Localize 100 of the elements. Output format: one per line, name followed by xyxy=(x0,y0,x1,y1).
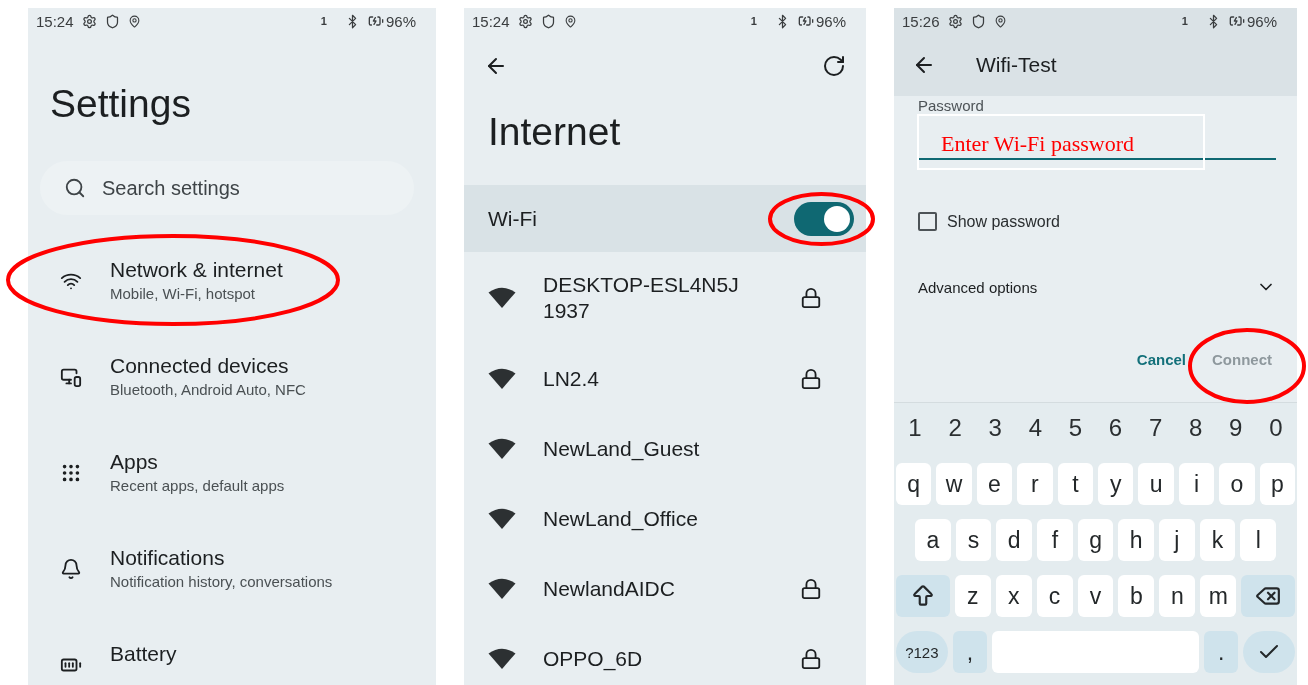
number-key[interactable]: 7 xyxy=(1135,407,1176,449)
keyboard-key[interactable]: g xyxy=(1077,519,1114,561)
network-item[interactable]: NewLand_Office xyxy=(464,484,866,554)
keyboard-key[interactable]: k xyxy=(1199,519,1236,561)
gear-icon xyxy=(517,13,533,29)
keyboard-key[interactable]: . xyxy=(1203,631,1239,673)
keyboard-key[interactable]: u xyxy=(1138,463,1174,505)
gear-icon xyxy=(81,13,97,29)
item-title: Battery xyxy=(110,641,177,667)
battery-percent: 96% xyxy=(815,12,846,30)
refresh-icon[interactable] xyxy=(822,54,846,78)
settings-item[interactable]: Notifications Notification history, conversations xyxy=(28,541,436,597)
keyboard-key[interactable]: l xyxy=(1240,519,1277,561)
shield-icon xyxy=(540,13,556,29)
keyboard-key[interactable]: m xyxy=(1200,575,1237,617)
wifi-signal-icon xyxy=(488,368,516,390)
number-key[interactable]: 3 xyxy=(975,407,1016,449)
number-key[interactable]: 5 xyxy=(1055,407,1096,449)
network-item[interactable]: NewlandAIDC xyxy=(464,554,866,624)
number-key[interactable]: 4 xyxy=(1015,407,1056,449)
pin-icon xyxy=(563,14,577,28)
pin-icon xyxy=(993,14,1007,28)
wifi-signal-icon xyxy=(488,508,516,530)
settings-item[interactable]: Battery xyxy=(28,637,436,685)
network-name: NewLand_Office xyxy=(543,506,699,532)
enter-key[interactable] xyxy=(1243,631,1295,673)
status-time: 15:24 xyxy=(472,12,510,30)
network-item[interactable]: NewLand_Guest xyxy=(464,414,866,484)
wifi-signal-icon xyxy=(488,648,516,670)
page-title: Internet xyxy=(487,109,622,155)
keyboard-key[interactable]: w xyxy=(936,463,972,505)
search-icon xyxy=(64,177,86,199)
wifi-signal-icon xyxy=(488,578,516,600)
wifi-switch[interactable] xyxy=(794,201,854,236)
number-key[interactable]: 8 xyxy=(1175,407,1216,449)
keyboard-key[interactable]: q xyxy=(896,463,932,505)
number-key[interactable]: 1 xyxy=(895,407,936,449)
pin-icon xyxy=(127,14,141,28)
item-subtitle: Bluetooth, Android Auto, NFC xyxy=(110,380,306,400)
item-subtitle: Notification history, conversations xyxy=(110,572,333,592)
keyboard-key[interactable]: h xyxy=(1118,519,1155,561)
keyboard-key[interactable]: , xyxy=(952,631,988,673)
dialog-title: Wifi-Test xyxy=(976,53,1057,77)
sim-indicator: 1 xyxy=(320,15,327,27)
keyboard-key[interactable]: t xyxy=(1057,463,1094,505)
dialog-button[interactable]: Cancel xyxy=(1136,351,1186,368)
annotation-note: Enter Wi-Fi password xyxy=(917,114,1205,170)
search-field[interactable]: Search settings xyxy=(40,161,414,215)
field-label: Password xyxy=(918,97,984,114)
sim-indicator: 1 xyxy=(750,15,757,27)
item-subtitle: Mobile, Wi-Fi, hotspot xyxy=(110,284,257,304)
item-title: Apps xyxy=(110,449,159,475)
keyboard-key[interactable]: z xyxy=(954,575,991,617)
page-title: Settings xyxy=(49,81,192,127)
keyboard-key[interactable]: a xyxy=(915,519,951,561)
keyboard-key[interactable]: b xyxy=(1118,575,1155,617)
number-key[interactable]: 9 xyxy=(1215,407,1256,449)
backspace-key[interactable] xyxy=(1241,575,1296,617)
keyboard-key[interactable]: j xyxy=(1159,519,1195,561)
battery-icon xyxy=(1228,13,1245,29)
keyboard-key[interactable]: e xyxy=(976,463,1013,505)
checkbox-label: Show password xyxy=(947,212,1060,231)
keyboard-key[interactable]: x xyxy=(995,575,1032,617)
checkbox[interactable] xyxy=(918,212,937,231)
shield-icon xyxy=(104,13,120,29)
keyboard-key[interactable]: c xyxy=(1036,575,1073,617)
item-subtitle: Recent apps, default apps xyxy=(110,476,285,496)
wifi-toggle-row[interactable]: Wi-Fi xyxy=(464,185,866,252)
keyboard-key[interactable]: v xyxy=(1077,575,1114,617)
keyboard-key[interactable]: y xyxy=(1098,463,1134,505)
keyboard-key[interactable]: s xyxy=(955,519,992,561)
network-item[interactable]: DESKTOP-ESL4N5J 1937 xyxy=(464,252,866,344)
network-name: NewLand_Guest xyxy=(543,436,701,462)
settings-item[interactable]: Apps Recent apps, default apps xyxy=(28,445,436,501)
battery-icon xyxy=(797,13,814,29)
keyboard-key[interactable]: r xyxy=(1017,463,1053,505)
network-item[interactable]: OPPO_6D xyxy=(464,624,866,685)
wifi-label: Wi-Fi xyxy=(488,206,537,231)
shield-icon xyxy=(970,13,986,29)
battery-percent: 96% xyxy=(1246,12,1277,30)
wifi-signal-icon xyxy=(488,287,516,309)
settings-item[interactable]: Connected devices Bluetooth, Android Auto, NFC xyxy=(28,349,436,405)
keyboard-key[interactable]: f xyxy=(1037,519,1073,561)
number-key[interactable]: 2 xyxy=(935,407,976,449)
number-key[interactable]: 0 xyxy=(1255,407,1296,449)
wifi-signal-icon xyxy=(488,438,516,460)
keyboard-key[interactable]: i xyxy=(1178,463,1215,505)
keyboard-key[interactable]: n xyxy=(1159,575,1196,617)
settings-item[interactable]: Network & internet Mobile, Wi-Fi, hotspot xyxy=(28,253,436,309)
search-placeholder: Search settings xyxy=(102,176,240,200)
keyboard-key[interactable]: o xyxy=(1219,463,1255,505)
symbols-key[interactable]: ?123 xyxy=(896,631,948,673)
keyboard-key[interactable]: d xyxy=(996,519,1032,561)
number-key[interactable]: 6 xyxy=(1095,407,1136,449)
advanced-options-row[interactable]: Advanced options xyxy=(918,277,1276,297)
sim-indicator: 1 xyxy=(1181,15,1188,27)
network-item[interactable]: LN2.4 xyxy=(464,344,866,414)
bell-icon xyxy=(60,558,82,580)
shift-key[interactable] xyxy=(896,575,950,617)
keyboard-key[interactable]: p xyxy=(1259,463,1296,505)
